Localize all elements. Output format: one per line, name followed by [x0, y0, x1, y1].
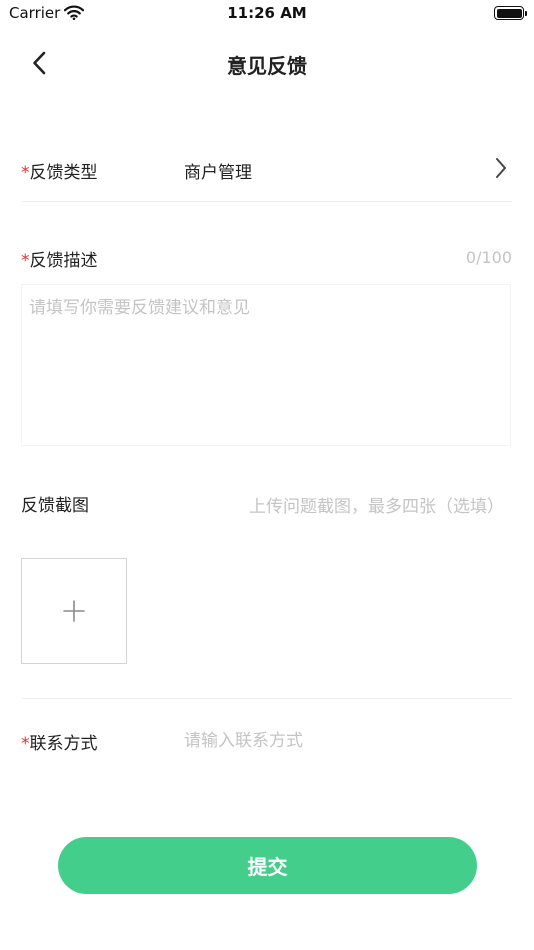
- feedback-description-input[interactable]: [21, 284, 511, 446]
- feedback-description-label: *反馈描述: [21, 246, 98, 271]
- battery-icon: [494, 6, 527, 20]
- nav-bar: 意见反馈: [0, 28, 534, 98]
- feedback-type-value: 商户管理: [184, 163, 252, 183]
- feedback-screenshot-label: 反馈截图: [21, 496, 89, 516]
- feedback-screen: Carrier 11:26 AM 意见反馈 *反馈类型 商户管理 *反馈描述 0…: [0, 0, 534, 950]
- divider: [22, 698, 512, 699]
- contact-label: *联系方式: [21, 729, 98, 754]
- plus-icon: [63, 600, 85, 622]
- add-screenshot-button[interactable]: [21, 558, 127, 664]
- status-time: 11:26 AM: [227, 4, 307, 22]
- divider: [22, 201, 512, 202]
- required-mark: *: [21, 163, 30, 183]
- feedback-type-label-text: 反馈类型: [29, 163, 98, 183]
- feedback-type-label: *反馈类型: [21, 158, 98, 183]
- feedback-type-row[interactable]: *反馈类型 商户管理: [0, 140, 534, 200]
- contact-label-text: 联系方式: [29, 734, 98, 754]
- required-mark: *: [21, 251, 30, 271]
- required-mark: *: [21, 734, 30, 754]
- page-title: 意见反馈: [227, 54, 307, 78]
- submit-button[interactable]: 提交: [58, 837, 477, 894]
- contact-input[interactable]: [184, 726, 484, 756]
- char-count: 0/100: [465, 248, 512, 267]
- feedback-description-label-text: 反馈描述: [29, 251, 98, 271]
- chevron-right-icon: [495, 157, 507, 183]
- screenshot-hint: 上传问题截图，最多四张（选填）: [249, 497, 504, 517]
- status-bar: Carrier 11:26 AM: [0, 0, 534, 28]
